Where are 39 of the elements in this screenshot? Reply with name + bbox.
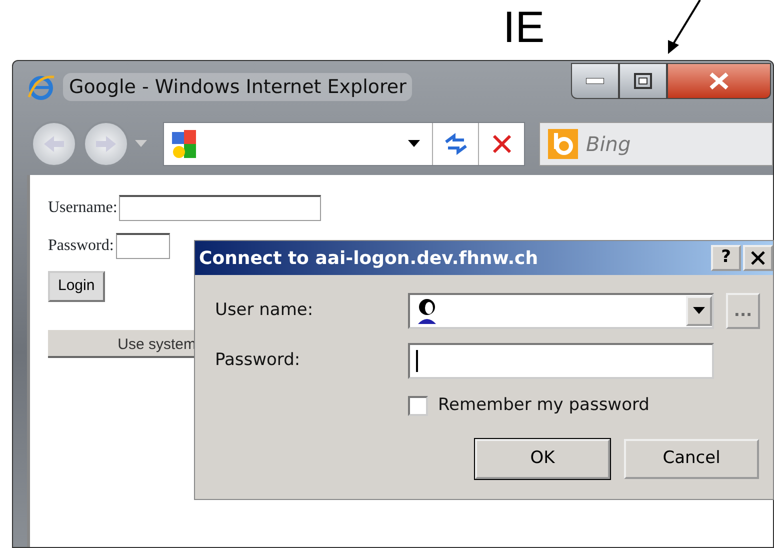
dialog-button[interactable]: Cancel <box>624 438 759 478</box>
window-title: Google - Windows Internet Explorer <box>63 72 412 102</box>
maximize-button[interactable] <box>619 63 667 99</box>
minimize-button[interactable] <box>571 63 619 99</box>
dropdown-caret-icon[interactable] <box>693 307 705 315</box>
forward-arrow-icon <box>94 134 118 154</box>
minimize-icon <box>586 78 604 84</box>
dialog-button[interactable]: OK <box>475 438 610 478</box>
maximize-icon <box>634 73 652 89</box>
field-label: User name: <box>215 299 314 322</box>
refresh-arrows-icon[interactable] <box>444 133 468 155</box>
dialog-title: Connect to aai-logon.dev.fhnw.ch <box>199 246 538 270</box>
password-label: Password: <box>48 236 114 256</box>
text-cursor-icon <box>416 350 418 372</box>
remember-label: Remember my password <box>438 394 650 417</box>
username-label: Username: <box>48 198 118 218</box>
annotation-label: IE <box>503 6 545 50</box>
password-input[interactable] <box>116 233 170 259</box>
browser-logo-icon <box>27 73 55 101</box>
dialog-close-button[interactable] <box>743 245 773 271</box>
back-arrow-icon <box>42 134 66 154</box>
close-button[interactable] <box>667 63 771 99</box>
search-field[interactable]: Bing <box>539 122 773 166</box>
close-icon <box>750 250 766 266</box>
address-bar[interactable] <box>163 122 525 166</box>
stop-icon[interactable] <box>492 134 512 154</box>
field-label: Password: <box>215 349 302 372</box>
remember-checkbox[interactable] <box>408 396 428 416</box>
username-input[interactable] <box>119 195 322 221</box>
password-field[interactable] <box>408 343 714 379</box>
site-favicon-icon <box>172 130 198 158</box>
search-placeholder: Bing <box>586 131 631 158</box>
search-provider-logo-icon <box>548 129 578 159</box>
username-combobox[interactable] <box>408 293 714 329</box>
close-icon <box>709 72 729 90</box>
user-icon <box>416 298 438 324</box>
address-dropdown-icon[interactable] <box>408 140 420 148</box>
login-button[interactable]: Login <box>48 271 105 302</box>
help-button[interactable]: ? <box>711 245 741 271</box>
